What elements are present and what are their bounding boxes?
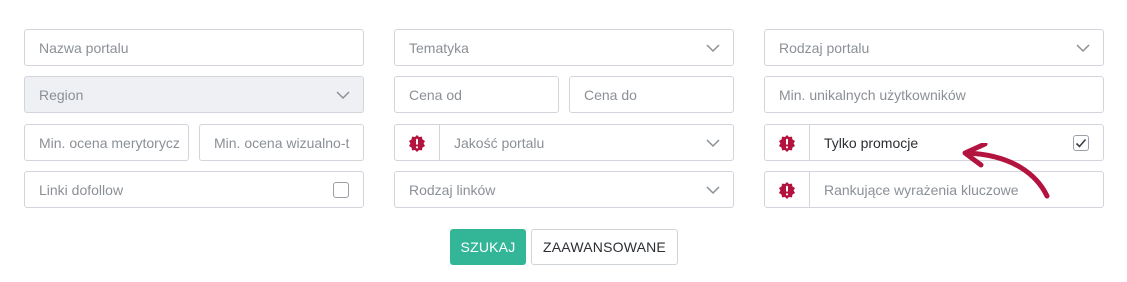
min-unique-users-input[interactable]: Min. unikalnych użytkowników: [764, 76, 1104, 113]
portal-quality-select[interactable]: Jakość portalu: [394, 124, 734, 161]
region-select[interactable]: Region: [24, 76, 364, 113]
price-from-input[interactable]: Cena od: [394, 76, 559, 113]
price-from-placeholder: Cena od: [409, 86, 462, 103]
premium-badge: [765, 125, 810, 160]
dofollow-links-checkbox[interactable]: [333, 181, 349, 198]
portal-type-select[interactable]: Rodzaj portalu: [764, 29, 1104, 66]
chevron-down-icon: [706, 138, 720, 147]
min-content-rating-placeholder: Min. ocena merytorycz: [39, 134, 180, 151]
chevron-down-icon: [706, 185, 720, 194]
price-to-placeholder: Cena do: [584, 86, 637, 103]
premium-badge: [395, 125, 440, 160]
dofollow-links-toggle[interactable]: Linki dofollow: [24, 171, 364, 208]
portal-name-input[interactable]: Nazwa portalu: [24, 29, 364, 66]
portal-type-placeholder: Rodzaj portalu: [779, 39, 870, 56]
search-filters-panel: Nazwa portalu Tematyka Rodzaj portalu Re…: [0, 0, 1127, 282]
chevron-down-icon: [1076, 43, 1090, 52]
portal-name-placeholder: Nazwa portalu: [39, 39, 129, 56]
badge-exclamation-icon: [779, 134, 795, 152]
topic-placeholder: Tematyka: [409, 39, 469, 56]
link-type-select[interactable]: Rodzaj linków: [394, 171, 734, 208]
search-button[interactable]: SZUKAJ: [450, 229, 526, 265]
checkmark-icon: [1075, 138, 1087, 148]
price-to-input[interactable]: Cena do: [569, 76, 734, 113]
chevron-down-icon: [706, 43, 720, 52]
annotation-arrow-icon: [962, 143, 1050, 199]
min-visual-rating-input[interactable]: Min. ocena wizualno-t: [199, 124, 364, 161]
min-visual-rating-placeholder: Min. ocena wizualno-t: [214, 134, 350, 151]
link-type-placeholder: Rodzaj linków: [409, 181, 496, 198]
min-unique-users-placeholder: Min. unikalnych użytkowników: [779, 86, 966, 103]
min-content-rating-input[interactable]: Min. ocena merytorycz: [24, 124, 189, 161]
portal-quality-placeholder: Jakość portalu: [454, 134, 545, 151]
premium-badge: [765, 172, 810, 207]
promotions-only-checkbox[interactable]: [1073, 134, 1089, 151]
badge-exclamation-icon: [409, 134, 425, 152]
badge-exclamation-icon: [779, 181, 795, 199]
chevron-down-icon: [336, 90, 350, 99]
dofollow-links-label: Linki dofollow: [39, 181, 124, 198]
topic-select[interactable]: Tematyka: [394, 29, 734, 66]
advanced-button[interactable]: ZAAWANSOWANE: [531, 229, 678, 265]
region-placeholder: Region: [39, 86, 84, 103]
